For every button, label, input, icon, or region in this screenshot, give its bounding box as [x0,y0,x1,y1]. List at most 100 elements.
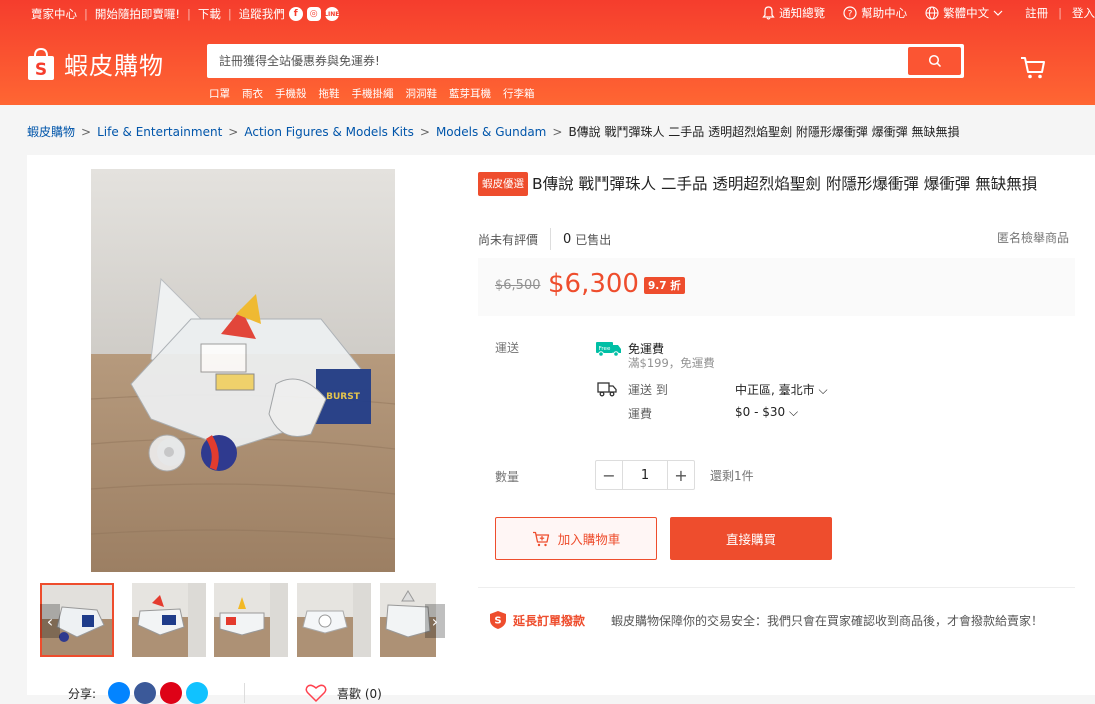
thumbnail-photo [214,583,270,657]
guarantee-text: 蝦皮購物保障你的交易安全：我們只會在買家確認收到商品後，才會撥款給賣家！ [611,613,1044,628]
current-price: $6,300 [548,269,639,299]
chevron-down-icon [993,10,1003,16]
truck-icon [597,382,617,397]
price-box: $6,500 $6,300 9.7 折 [478,258,1075,316]
svg-text:?: ? [848,10,853,20]
share-label: 分享: [68,686,97,701]
login-link[interactable]: 登入 [1072,5,1095,21]
separator: | [1058,6,1062,20]
increase-quantity-button[interactable]: + [668,461,694,489]
share-bar: 分享: 喜歡 (0) [68,682,382,704]
line-icon[interactable]: LINE [324,7,339,21]
shopee-logo[interactable]: S 蝦皮購物 [26,46,164,81]
search-icon [928,54,941,68]
keyword-link[interactable]: 藍芽耳機 [449,86,491,101]
thumbnail-next-button[interactable]: › [425,604,445,638]
quantity-label: 數量 [495,470,520,484]
top-bar: 賣家中心 | 開始隨拍即賣囉! | 下載 | 追蹤我們 f ◎ LINE 通知總… [0,0,1095,26]
keyword-link[interactable]: 口罩 [209,86,230,101]
register-link[interactable]: 註冊 [1025,5,1048,21]
product-stats: 尚未有評價 0 已售出 [478,228,611,250]
free-shipping-icon: Free [596,342,621,357]
search-button[interactable] [908,47,961,75]
shopee-bag-icon: S [28,47,54,80]
site-header: 賣家中心 | 開始隨拍即賣囉! | 下載 | 追蹤我們 f ◎ LINE 通知總… [0,0,1095,105]
sold-label: 已售出 [575,232,612,247]
help-center-link[interactable]: ? 幫助中心 [843,5,907,21]
add-to-cart-icon [532,531,549,546]
chevron-right-icon: > [419,124,430,139]
breadcrumb-current: B傳說 戰鬥彈珠人 二手品 透明超烈焰聖劍 附隱形爆衝彈 爆衝彈 無缺無損 [568,125,960,139]
quantity-stepper: − 1 + [595,460,695,490]
facebook-icon[interactable]: f [288,7,303,21]
heart-icon [305,684,327,703]
thumbnail-strip: ‹ › [40,583,445,657]
cart-button[interactable] [1020,56,1046,83]
thumbnail-prev-button[interactable]: ‹ [40,604,60,638]
separator: | [227,7,232,21]
ship-to-selector[interactable]: 中正區, 臺北市 ⌵ [735,381,828,398]
pinterest-share-icon[interactable] [160,682,183,704]
ship-to-label: 運送 到 [628,383,668,397]
chevron-right-icon: › [431,611,439,631]
free-badge-text: Free [599,346,611,352]
cart-icon [1021,57,1045,79]
discount-badge: 9.7 折 [644,277,685,294]
search-input[interactable] [219,44,899,78]
facebook-share-icon[interactable] [134,682,157,704]
breadcrumb-home[interactable]: 蝦皮購物 [27,123,75,140]
keyword-link[interactable]: 手機掛繩 [352,86,394,101]
decrease-quantity-button[interactable]: − [596,461,622,489]
free-shipping-condition: 滿$199，免運費 [628,356,715,370]
shipping-fee-selector[interactable]: $0 - $30 ⌵ [735,405,798,420]
breadcrumb: 蝦皮購物 > Life & Entertainment > Action Fig… [27,123,960,140]
plus-icon: + [674,465,688,485]
keyword-link[interactable]: 洞洞鞋 [406,86,438,101]
product-main-image[interactable]: BURST [91,169,395,572]
keyword-link[interactable]: 拖鞋 [319,86,340,101]
download-link[interactable]: 下載 [198,6,221,22]
shopee-guarantee: S 延長訂單撥款 蝦皮購物保障你的交易安全：我們只會在買家確認收到商品後，才會撥… [489,610,1043,630]
chevron-left-icon: ‹ [46,611,54,631]
sold-count: 0 [563,231,572,247]
chevron-down-icon: ⌵ [818,383,828,397]
thumbnail-photo [132,583,188,657]
rating-text: 尚未有評價 [478,232,539,247]
svg-text:S: S [35,60,47,80]
divider [478,587,1075,588]
buy-now-button[interactable]: 直接購買 [670,517,832,560]
stock-remaining: 還剩1件 [710,469,754,483]
language-selector[interactable]: 繁體中文 [925,5,1007,21]
notifications-link[interactable]: 通知總覽 [762,5,825,21]
start-selling-link[interactable]: 開始隨拍即賣囉! [95,6,180,22]
thumbnail-4[interactable] [297,583,371,657]
shipping-label: 運送 [495,341,520,355]
separator: | [186,7,191,21]
guarantee-title[interactable]: 延長訂單撥款 [513,612,585,629]
twitter-share-icon[interactable] [186,682,209,704]
breadcrumb-category[interactable]: Life & Entertainment [97,125,222,139]
shipping-fee-label: 運費 [628,407,653,421]
chevron-right-icon: > [552,124,563,139]
trending-keywords: 口罩 雨衣 手機殼 拖鞋 手機掛繩 洞洞鞋 藍芽耳機 行李箱 [209,86,547,101]
logo-text: 蝦皮購物 [64,52,164,80]
preferred-badge: 蝦皮優選 [478,172,528,196]
keyword-link[interactable]: 行李箱 [503,86,535,101]
instagram-icon[interactable]: ◎ [306,7,321,21]
separator: | [84,7,88,21]
breadcrumb-category[interactable]: Models & Gundam [436,125,546,139]
thumbnail-3[interactable] [214,583,288,657]
seller-center-link[interactable]: 賣家中心 [31,6,77,22]
like-button[interactable]: 喜歡 (0) [305,683,382,703]
add-to-cart-button[interactable]: 加入購物車 [495,517,657,560]
report-link[interactable]: 匿名檢舉商品 [997,229,1069,246]
chevron-right-icon: > [228,124,239,139]
keyword-link[interactable]: 雨衣 [242,86,263,101]
thumbnail-2[interactable] [132,583,206,657]
quantity-input[interactable]: 1 [622,461,668,489]
messenger-share-icon[interactable] [108,682,131,704]
breadcrumb-category[interactable]: Action Figures & Models Kits [244,125,414,139]
follow-us-label: 追蹤我們 [238,7,285,21]
svg-text:BURST: BURST [326,392,361,402]
keyword-link[interactable]: 手機殼 [275,86,307,101]
